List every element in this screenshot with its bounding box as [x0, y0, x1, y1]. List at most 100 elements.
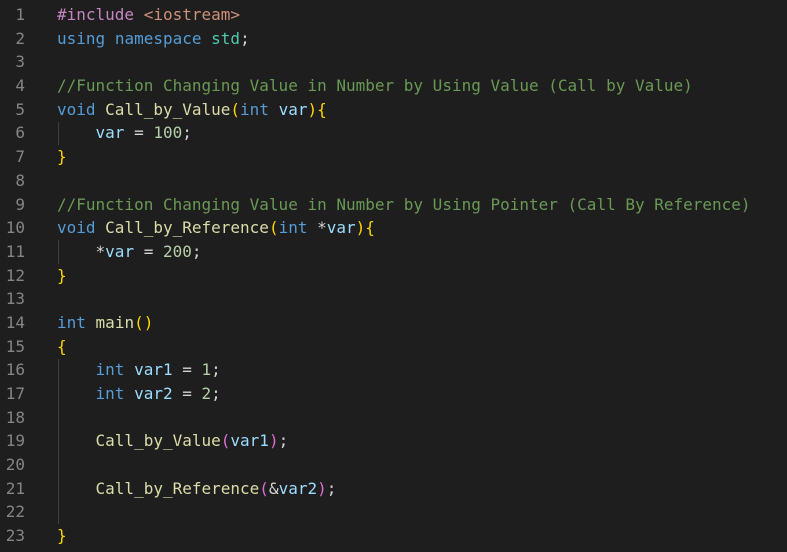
- code-token: void: [57, 99, 96, 119]
- code-token: ): [317, 478, 327, 498]
- line-number: 17: [5, 384, 25, 403]
- code-token: int: [240, 99, 269, 119]
- code-token: 200: [162, 241, 192, 261]
- code-text: }: [57, 524, 67, 548]
- line-number: 6: [15, 123, 25, 143]
- code-token: ;: [240, 28, 250, 48]
- line-number: 12: [5, 265, 25, 285]
- code-line[interactable]: 3: [0, 50, 787, 74]
- code-token: int: [57, 312, 86, 332]
- code-line[interactable]: 4 //Function Changing Value in Number by …: [0, 74, 787, 98]
- code-line[interactable]: 7}: [0, 145, 787, 169]
- code-token: <iostream>: [143, 5, 241, 24]
- code-token: ;: [278, 431, 289, 451]
- code-line[interactable]: 13: [0, 287, 787, 311]
- code-line[interactable]: 23}: [0, 524, 787, 548]
- code-line[interactable]: 22: [0, 500, 787, 524]
- code-token: =: [124, 123, 154, 143]
- code-text: int main(): [57, 311, 153, 335]
- code-token: =: [134, 241, 163, 261]
- line-number: 13: [5, 289, 25, 309]
- code-token: 1: [201, 360, 212, 380]
- code-line[interactable]: 6 var = 100;: [0, 121, 787, 145]
- code-line[interactable]: 15 {: [0, 335, 787, 359]
- line-number: 1: [15, 5, 25, 24]
- code-token: using: [57, 28, 106, 48]
- code-token: #include: [57, 5, 144, 24]
- code-token: int: [95, 360, 125, 380]
- code-token: }: [57, 265, 67, 285]
- line-number: 22: [5, 502, 25, 522]
- code-text: *var = 200;: [57, 240, 202, 264]
- code-token: ): [355, 218, 366, 238]
- code-token: (: [268, 218, 279, 238]
- code-line[interactable]: 21 Call_by_Reference(&var2);: [0, 477, 787, 501]
- code-token: var: [95, 123, 125, 143]
- code-text: Call_by_Value(var1);: [57, 429, 289, 453]
- line-number: 7: [15, 147, 25, 167]
- line-number: 4: [15, 76, 25, 96]
- code-line[interactable]: 14 int main(): [0, 311, 787, 335]
- code-token: }: [57, 147, 67, 167]
- code-text: void Call_by_Reference(int *var){: [57, 216, 375, 240]
- code-editor[interactable]: 1 #include <iostream> 2 using namespace std…: [0, 3, 787, 548]
- code-text: #include <iostream>: [57, 3, 240, 27]
- code-text: //Function Changing Value in Number by U…: [57, 193, 751, 217]
- code-token: }: [57, 526, 67, 546]
- code-lines: 1 #include <iostream> 2 using namespace std…: [0, 3, 787, 548]
- code-line[interactable]: 9 //Function Changing Value in Number by …: [0, 193, 787, 217]
- code-token: &: [268, 478, 279, 498]
- code-token: {: [365, 218, 375, 238]
- code-token: ;: [211, 360, 221, 380]
- code-token: void: [57, 218, 96, 238]
- code-token: main: [95, 312, 135, 332]
- code-line[interactable]: 18: [0, 406, 787, 430]
- code-token: namespace: [114, 28, 202, 48]
- code-token: =: [172, 384, 202, 403]
- code-token: var: [105, 241, 135, 261]
- code-line[interactable]: 16 int var1 = 1;: [0, 358, 787, 382]
- code-token: var1: [230, 431, 269, 451]
- code-line[interactable]: 12}: [0, 264, 787, 288]
- code-line[interactable]: 20: [0, 453, 787, 477]
- code-token: int: [95, 384, 125, 403]
- code-token: var: [278, 99, 308, 119]
- code-text: {: [57, 335, 67, 359]
- code-line[interactable]: 5 void Call_by_Value(int var){: [0, 98, 787, 122]
- code-token: ;: [211, 384, 221, 403]
- line-number: 9: [15, 194, 25, 214]
- line-number: 2: [15, 28, 25, 48]
- code-line[interactable]: 10 void Call_by_Reference(int *var){: [0, 216, 787, 240]
- line-number: 5: [15, 99, 25, 119]
- code-token: var2: [134, 384, 173, 403]
- code-token: *: [57, 241, 106, 261]
- code-line[interactable]: 1 #include <iostream>: [0, 3, 787, 27]
- code-line[interactable]: 8: [0, 169, 787, 193]
- code-token: (): [134, 312, 154, 332]
- code-token: ;: [326, 478, 337, 498]
- line-number: 10: [5, 218, 25, 238]
- code-line[interactable]: 2 using namespace std;: [0, 27, 787, 51]
- line-number: 23: [5, 526, 25, 546]
- code-token: Call_by_Value: [105, 99, 231, 119]
- code-token: ;: [191, 241, 202, 261]
- code-text: var = 100;: [57, 121, 192, 145]
- line-number: 11: [5, 241, 25, 261]
- line-number: 20: [5, 455, 25, 475]
- code-token: ): [307, 99, 318, 119]
- code-token: ): [268, 431, 279, 451]
- code-token: Call_by_Value: [95, 431, 221, 451]
- line-number: 3: [15, 52, 25, 72]
- code-line[interactable]: 19 Call_by_Value(var1);: [0, 429, 787, 453]
- code-text: int var2 = 2;: [57, 382, 221, 406]
- code-line[interactable]: 17 int var2 = 2;: [0, 382, 787, 406]
- code-token: var: [326, 218, 356, 238]
- code-line[interactable]: 11 *var = 200;: [0, 240, 787, 264]
